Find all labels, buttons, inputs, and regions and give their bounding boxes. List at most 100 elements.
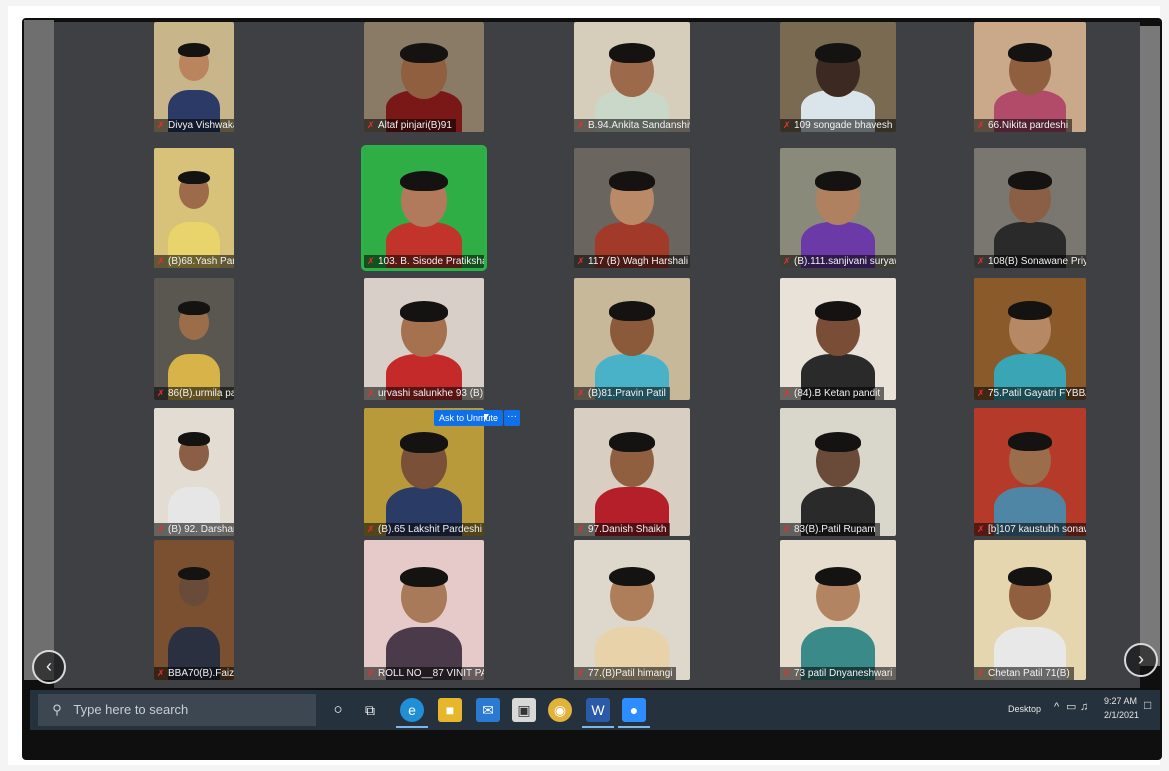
participant-name: 117 (B) Wagh Harshali: [574, 255, 690, 268]
ask-to-unmute-button[interactable]: Ask to Unmute: [434, 410, 504, 426]
participant-tile[interactable]: 73 patil Dnyaneshwari ✗: [780, 540, 896, 680]
muted-mic-icon: ✗: [577, 388, 585, 398]
participant-name: (B).65 Lakshit Pardeshi: [364, 523, 484, 536]
search-placeholder: Type here to search: [73, 702, 189, 717]
participant-name: 86(B).urmila patil: [154, 387, 234, 400]
participant-tile[interactable]: (B) 92. Darshan Rajput✗: [154, 408, 234, 536]
participant-tile[interactable]: ROLL NO__87 VINIT PATIL✗: [364, 540, 484, 680]
muted-mic-icon: ✗: [157, 388, 165, 398]
muted-mic-icon: ✗: [577, 668, 585, 678]
participant-name: 66.Nikita pardeshi: [974, 119, 1073, 132]
participant-tile[interactable]: 103. B. Sisode Pratiksha ✗: [361, 145, 487, 271]
participant-name: ROLL NO__87 VINIT PATIL: [364, 667, 484, 680]
participant-name: (B)81.Pravin Patil: [574, 387, 670, 400]
muted-mic-icon: ✗: [157, 668, 165, 678]
participant-tile[interactable]: (B)68.Yash Pardeshi✗: [154, 148, 234, 268]
network-icon[interactable]: ▭: [1066, 702, 1076, 713]
participant-name: BBA70(B).Faizan Pathan: [154, 667, 234, 680]
mouse-cursor-icon: [484, 414, 489, 422]
participant-hair: [1007, 170, 1053, 190]
participant-name: 73 patil Dnyaneshwari: [780, 667, 896, 680]
muted-mic-icon: ✗: [367, 256, 375, 266]
desktop-toolbar-label[interactable]: Desktop: [1008, 704, 1041, 715]
participant-hair: [400, 42, 448, 64]
participant-name: (B) 92. Darshan Rajput: [154, 523, 234, 536]
participant-tile[interactable]: 86(B).urmila patil✗: [154, 278, 234, 400]
participant-hair: [814, 301, 862, 321]
participant-name: B.94.Ankita Sandanshiv: [574, 119, 690, 132]
participant-hair: [608, 170, 656, 191]
chrome-icon[interactable]: ◉: [548, 698, 572, 722]
participant-hair: [400, 432, 448, 453]
participant-hair: [178, 301, 210, 315]
participant-tile[interactable]: 75.Patil Gayatri FYBBA (B)✗: [974, 278, 1086, 400]
edge-icon[interactable]: e: [400, 698, 424, 722]
participant-hair: [178, 566, 210, 581]
participant-tile[interactable]: (84).B Ketan pandit ✗: [780, 278, 896, 400]
participant-hair: [814, 432, 862, 453]
zoom-icon[interactable]: ●: [622, 698, 646, 722]
task-view-icon[interactable]: ⧉: [358, 698, 382, 722]
participant-tile[interactable]: 66.Nikita pardeshi ✗: [974, 22, 1086, 132]
participant-tile[interactable]: (B)81.Pravin Patil ✗: [574, 278, 690, 400]
participant-tile[interactable]: (B).111.sanjivani suryawanshi✗: [780, 148, 896, 268]
participant-hair: [608, 42, 656, 63]
next-page-button[interactable]: ›: [1124, 643, 1158, 677]
muted-mic-icon: ✗: [977, 120, 985, 130]
clock-date[interactable]: 2/1/2021: [1104, 710, 1139, 721]
participant-name: 77.(B)Patil himangi: [574, 667, 677, 680]
search-icon: ⚲: [52, 702, 62, 717]
muted-mic-icon: ✗: [977, 388, 985, 398]
participant-hair: [1007, 566, 1053, 586]
muted-mic-icon: ✗: [157, 524, 165, 534]
participant-tile[interactable]: Altaf pinjari(B)91 ✗: [364, 22, 484, 132]
participant-tile[interactable]: [b]107 kaustubh sonawane✗: [974, 408, 1086, 536]
volume-icon[interactable]: ♫: [1080, 702, 1088, 713]
muted-mic-icon: ✗: [577, 120, 585, 130]
participant-tile[interactable]: 83(B).Patil Rupam ✗: [780, 408, 896, 536]
muted-mic-icon: ✗: [157, 256, 165, 266]
participant-hair: [1007, 42, 1053, 63]
muted-mic-icon: ✗: [367, 668, 375, 678]
participant-tile[interactable]: urvashi salunkhe 93 (B) (FY88...✗: [364, 278, 484, 400]
mail-icon[interactable]: ✉: [476, 698, 500, 722]
zoom-gallery: Divya Vishwakarma roll no 1...✗ Altaf pin…: [54, 22, 1140, 688]
participant-name: [b]107 kaustubh sonawane: [974, 523, 1086, 536]
participant-name: 83(B).Patil Rupam: [780, 523, 880, 536]
clock-time[interactable]: 9:27 AM: [1104, 696, 1137, 707]
participant-tile[interactable]: 109 songade bhavesh ✗: [780, 22, 896, 132]
participant-hair: [814, 566, 862, 587]
participant-hair: [814, 42, 862, 63]
more-options-button[interactable]: ···: [504, 410, 520, 426]
store-icon[interactable]: ▣: [512, 698, 536, 722]
notification-icon[interactable]: □: [1144, 699, 1151, 711]
participant-name: 97.Danish Shaikh: [574, 523, 671, 536]
participant-tile[interactable]: 117 (B) Wagh Harshali ✗: [574, 148, 690, 268]
participant-tile[interactable]: (B).65 Lakshit Pardeshi ✗: [364, 408, 484, 536]
participant-tile[interactable]: Chetan Patil 71(B) ✗: [974, 540, 1086, 680]
muted-mic-icon: ✗: [977, 256, 985, 266]
muted-mic-icon: ✗: [977, 668, 985, 678]
muted-mic-icon: ✗: [577, 256, 585, 266]
participant-name: Chetan Patil 71(B): [974, 667, 1074, 680]
participant-name: urvashi salunkhe 93 (B) (FY88...: [364, 387, 484, 400]
participant-tile[interactable]: BBA70(B).Faizan Pathan✗: [154, 540, 234, 680]
participant-hair: [1007, 432, 1053, 452]
cortana-icon[interactable]: ○: [326, 698, 350, 722]
muted-mic-icon: ✗: [783, 524, 791, 534]
participant-name: (B).111.sanjivani suryawanshi: [780, 255, 896, 268]
file-explorer-icon[interactable]: ■: [438, 698, 462, 722]
word-icon[interactable]: W: [586, 698, 610, 722]
tray-chevron-icon[interactable]: ^: [1054, 702, 1059, 713]
participant-tile[interactable]: Divya Vishwakarma roll no 1...✗: [154, 22, 234, 132]
participant-tile[interactable]: 108(B) Sonawane Priyanka✗: [974, 148, 1086, 268]
participant-hair: [400, 566, 448, 588]
taskbar-search-box[interactable]: ⚲ Type here to search: [38, 694, 316, 726]
participant-tile[interactable]: 77.(B)Patil himangi ✗: [574, 540, 690, 680]
previous-page-button[interactable]: ‹: [32, 650, 66, 684]
participant-hair: [1007, 301, 1053, 321]
participant-tile[interactable]: B.94.Ankita Sandanshiv ✗: [574, 22, 690, 132]
participant-hair: [178, 432, 210, 446]
participant-name: 108(B) Sonawane Priyanka: [974, 255, 1086, 268]
participant-tile[interactable]: 97.Danish Shaikh ✗: [574, 408, 690, 536]
